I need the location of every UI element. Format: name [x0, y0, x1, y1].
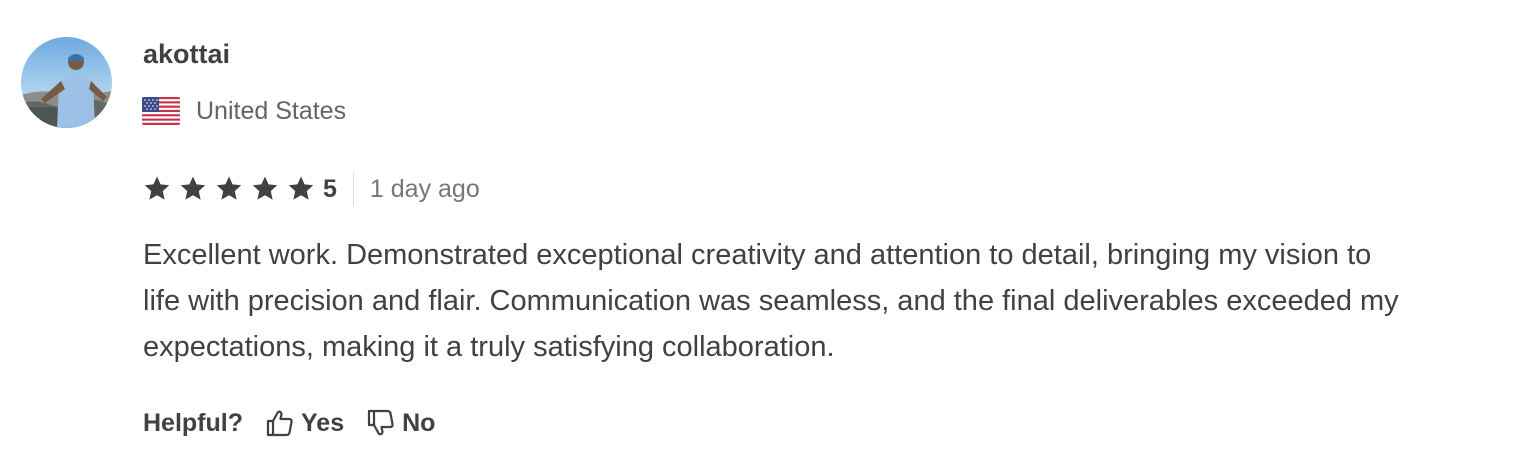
star-icon: [287, 175, 315, 203]
helpful-row: Helpful? Yes No: [143, 404, 457, 442]
avatar[interactable]: [21, 37, 112, 128]
rating-row: 5 1 day ago: [143, 170, 480, 208]
helpful-label: Helpful?: [143, 408, 243, 437]
thumbs-down-icon: [368, 409, 394, 436]
helpful-no-label: No: [402, 408, 436, 437]
country-name: United States: [196, 97, 347, 125]
us-flag-icon: [142, 97, 180, 125]
thumbs-up-icon: [266, 410, 293, 437]
review-time: 1 day ago: [369, 174, 480, 203]
country-row: United States: [142, 94, 346, 128]
helpful-yes-button[interactable]: Yes: [265, 409, 344, 438]
helpful-no-button[interactable]: No: [366, 409, 435, 438]
helpful-yes-label: Yes: [301, 408, 345, 437]
avatar-photo: [21, 37, 112, 128]
star-icon: [251, 175, 279, 203]
star-rating: [143, 175, 323, 203]
divider: [352, 172, 354, 206]
rating-value: 5: [323, 174, 337, 203]
review-card: akottai United States 5 1 day ago Excell…: [0, 0, 1536, 472]
star-icon: [215, 175, 243, 203]
review-text: Excellent work. Demonstrated exceptional…: [143, 239, 1399, 363]
username[interactable]: akottai: [143, 36, 230, 72]
star-icon: [179, 175, 207, 203]
star-icon: [143, 175, 171, 203]
